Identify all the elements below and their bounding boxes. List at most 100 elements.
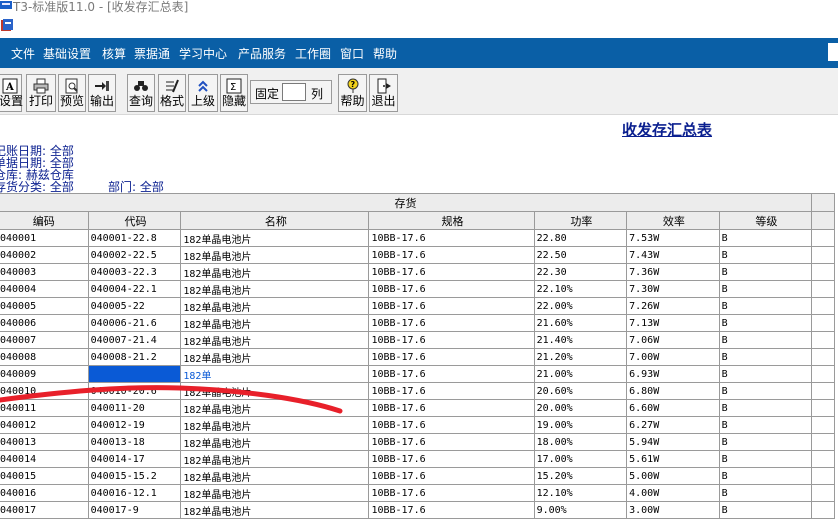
cell-spec[interactable]: 10BB-17.6 [368,382,535,400]
cell-power[interactable]: 20.00% [533,399,628,417]
cell-efficiency[interactable]: 7.00W [626,348,720,366]
print-button[interactable]: 打印 [26,74,56,112]
cell-spec[interactable]: 10BB-17.6 [368,416,535,434]
cell-item-code[interactable]: 040015-15.2 [87,467,182,485]
cell-item-code[interactable]: 040004-22.1 [87,280,182,298]
table-row[interactable]: 040010 040010-20.6 182单晶电池片 10BB-17.6 20.60%… [0,382,835,400]
cell-spec[interactable]: 10BB-17.6 [368,280,535,298]
cell-grade[interactable]: B [718,484,813,502]
exit-button[interactable]: 退出 [369,74,398,112]
cell-item-code[interactable]: 040017-9 [87,501,182,519]
cell-item-code[interactable]: 040005-22 [87,297,182,315]
table-row[interactable]: 040007 040007-21.4 182单晶电池片 10BB-17.6 21.40%… [0,331,835,349]
menu-learning-center[interactable]: 学习中心 [179,45,227,62]
cell-efficiency[interactable]: 5.00W [626,467,720,485]
cell-efficiency[interactable]: 6.27W [626,416,720,434]
cell-grade[interactable]: B [718,314,813,332]
table-row[interactable]: 040001 040001-22.8 182单晶电池片 10BB-17.6 22.80 7… [0,229,835,247]
cell-grade[interactable]: B [718,399,813,417]
cell-efficiency[interactable]: 4.00W [626,484,720,502]
cell-item-code[interactable]: 040008-21.2 [87,348,182,366]
cell-grade[interactable]: B [718,331,813,349]
cell-spec[interactable]: 10BB-17.6 [368,450,535,468]
cell-efficiency[interactable]: 7.53W [626,229,720,247]
cell-code[interactable]: 040012 [0,416,89,434]
cell-efficiency[interactable]: 5.61W [626,450,720,468]
cell-efficiency[interactable]: 3.00W [626,501,720,519]
col-header-spec[interactable]: 规格 [368,211,535,230]
menu-product-service[interactable]: 产品服务 [238,45,286,62]
cell-spec[interactable]: 10BB-17.6 [368,297,535,315]
format-button[interactable]: 格式 [158,74,186,112]
cell-grade[interactable]: B [718,467,813,485]
cell-spec[interactable]: 10BB-17.6 [368,484,535,502]
cell-code[interactable]: 040014 [0,450,89,468]
cell-spec[interactable]: 10BB-17.6 [368,467,535,485]
cell-grade[interactable]: B [718,365,813,383]
cell-grade[interactable]: B [718,450,813,468]
cell-name[interactable]: 182单晶电池片 [180,484,370,502]
col-header-power[interactable]: 功率 [533,211,628,230]
cell-power[interactable]: 22.10% [533,280,628,298]
cell-item-code[interactable] [87,365,182,383]
cell-efficiency[interactable]: 7.36W [626,263,720,281]
cell-grade[interactable]: B [718,280,813,298]
table-row[interactable]: 040003 040003-22.3 182单晶电池片 10BB-17.6 22.30 7… [0,263,835,281]
menu-accounting[interactable]: 核算 [102,45,126,62]
table-row[interactable]: 040009 182单 10BB-17.6 21.00% 6.93W B [0,365,835,383]
cell-code[interactable]: 040001 [0,229,89,247]
cell-efficiency[interactable]: 7.30W [626,280,720,298]
cell-name[interactable]: 182单晶电池片 [180,433,370,451]
cell-power[interactable]: 21.60% [533,314,628,332]
menu-help[interactable]: 帮助 [373,45,397,62]
cell-efficiency[interactable]: 6.80W [626,382,720,400]
cell-code[interactable]: 040003 [0,263,89,281]
window-control-button[interactable] [828,43,838,61]
cell-name[interactable]: 182单晶电池片 [180,467,370,485]
cell-code[interactable]: 040017 [0,501,89,519]
cell-efficiency[interactable]: 6.60W [626,399,720,417]
cell-power[interactable]: 22.50 [533,246,628,264]
cell-item-code[interactable]: 040012-19 [87,416,182,434]
cell-efficiency[interactable]: 7.43W [626,246,720,264]
col-header-name[interactable]: 名称 [180,211,370,230]
cell-grade[interactable]: B [718,382,813,400]
cell-spec[interactable]: 10BB-17.6 [368,399,535,417]
cell-power[interactable]: 15.20% [533,467,628,485]
cell-spec[interactable]: 10BB-17.6 [368,501,535,519]
help-button[interactable]: ? 帮助 [338,74,367,112]
menu-workcircle[interactable]: 工作圈 [295,45,331,62]
cell-power[interactable]: 17.00% [533,450,628,468]
cell-code[interactable]: 040005 [0,297,89,315]
cell-grade[interactable]: B [718,297,813,315]
cell-item-code[interactable]: 040014-17 [87,450,182,468]
cell-name[interactable]: 182单晶电池片 [180,246,370,264]
cell-item-code[interactable]: 040011-20 [87,399,182,417]
cell-power[interactable]: 21.00% [533,365,628,383]
cell-spec[interactable]: 10BB-17.6 [368,314,535,332]
table-row[interactable]: 040008 040008-21.2 182单晶电池片 10BB-17.6 21.20%… [0,348,835,366]
cell-power[interactable]: 22.80 [533,229,628,247]
table-row[interactable]: 040005 040005-22 182单晶电池片 10BB-17.6 22.00% 7.… [0,297,835,315]
table-row[interactable]: 040004 040004-22.1 182单晶电池片 10BB-17.6 22.10%… [0,280,835,298]
query-button[interactable]: 查询 [127,74,155,112]
col-header-code[interactable]: 编码 [0,211,89,230]
cell-spec[interactable]: 10BB-17.6 [368,348,535,366]
cell-name[interactable]: 182单晶电池片 [180,331,370,349]
table-row[interactable]: 040002 040002-22.5 182单晶电池片 10BB-17.6 22.50 7… [0,246,835,264]
cell-power[interactable]: 19.00% [533,416,628,434]
table-row[interactable]: 040015 040015-15.2 182单晶电池片 10BB-17.6 15.20%… [0,467,835,485]
cell-power[interactable]: 22.30 [533,263,628,281]
cell-code[interactable]: 040007 [0,331,89,349]
col-header-item-code[interactable]: 代码 [87,211,182,230]
cell-spec[interactable]: 10BB-17.6 [368,246,535,264]
cell-grade[interactable]: B [718,263,813,281]
hide-button[interactable]: Σ 隐藏 [220,74,248,112]
settings-button[interactable]: A 设置 [0,74,23,112]
cell-power[interactable]: 21.20% [533,348,628,366]
cell-spec[interactable]: 10BB-17.6 [368,229,535,247]
cell-efficiency[interactable]: 6.93W [626,365,720,383]
cell-name[interactable]: 182单晶电池片 [180,450,370,468]
table-row[interactable]: 040006 040006-21.6 182单晶电池片 10BB-17.6 21.60%… [0,314,835,332]
cell-item-code[interactable]: 040001-22.8 [87,229,182,247]
